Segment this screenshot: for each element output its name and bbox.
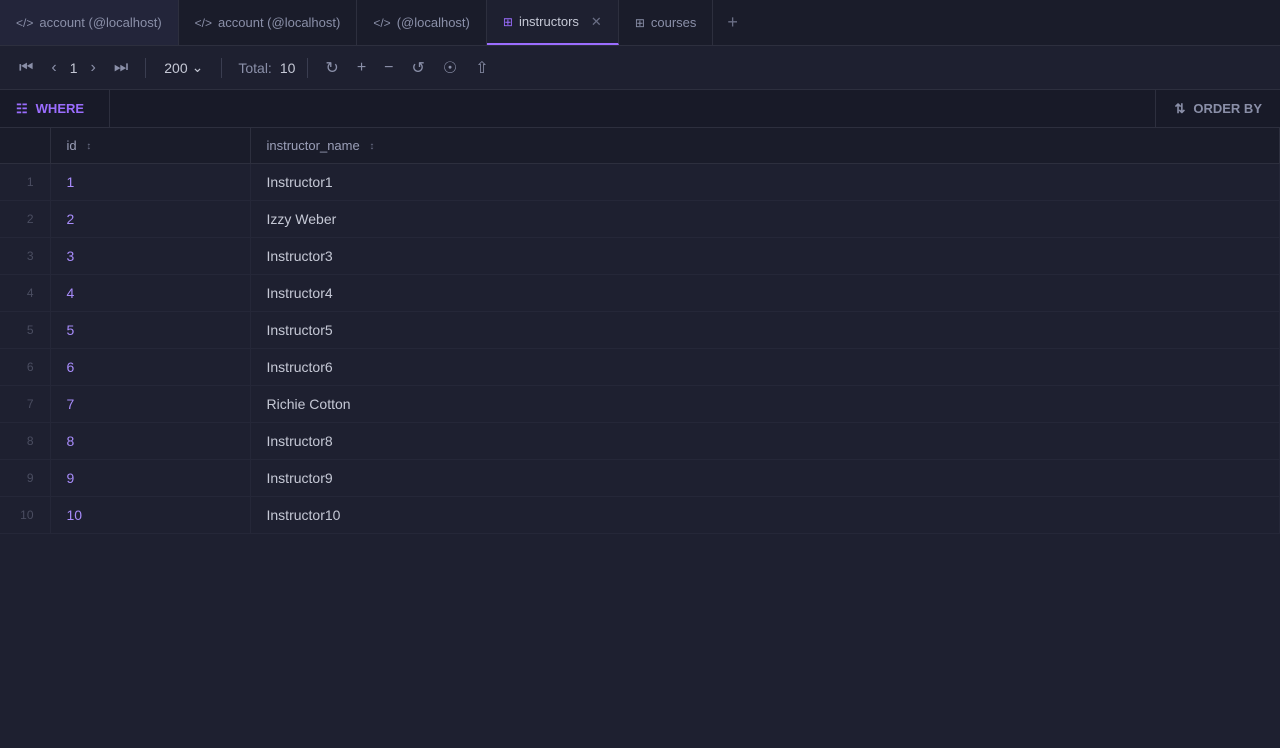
export-button[interactable]: ⇧ — [470, 54, 493, 82]
separator-3 — [307, 58, 308, 78]
toolbar: ⏮ ‹ 1 › ⏭ 200 ⌄ Total: 10 ↻ + − ↺ ☉ ⇧ — [0, 46, 1280, 90]
code-icon-1: </> — [16, 16, 33, 30]
data-table-container: id ↕ instructor_name ↕ 11Instructor122Iz… — [0, 128, 1280, 748]
sort-icon-id: ↕ — [86, 141, 91, 152]
row-number: 6 — [0, 349, 50, 386]
cell-id[interactable]: 6 — [50, 349, 250, 386]
cell-id[interactable]: 4 — [50, 275, 250, 312]
row-number: 10 — [0, 497, 50, 534]
cell-id[interactable]: 8 — [50, 423, 250, 460]
prev-page-button[interactable]: ‹ — [46, 55, 61, 81]
filter-icon: ☷ — [16, 101, 28, 117]
row-number: 4 — [0, 275, 50, 312]
code-icon-3: </> — [373, 16, 390, 30]
limit-value: 200 — [164, 60, 187, 76]
row-number: 1 — [0, 164, 50, 201]
table-row[interactable]: 1010Instructor10 — [0, 497, 1280, 534]
cell-id[interactable]: 2 — [50, 201, 250, 238]
col-header-instructor-name[interactable]: instructor_name ↕ — [250, 128, 1280, 164]
cell-instructor-name[interactable]: Instructor1 — [250, 164, 1280, 201]
separator-1 — [145, 58, 146, 78]
col-header-id[interactable]: id ↕ — [50, 128, 250, 164]
limit-selector[interactable]: 200 ⌄ — [158, 57, 209, 78]
last-page-button[interactable]: ⏭ — [109, 55, 133, 81]
row-number: 5 — [0, 312, 50, 349]
tab-label-4: instructors — [519, 14, 579, 29]
limit-chevron: ⌄ — [192, 59, 204, 76]
row-number: 7 — [0, 386, 50, 423]
tab-label-1: account (@localhost) — [39, 15, 161, 30]
cell-id[interactable]: 3 — [50, 238, 250, 275]
row-number: 3 — [0, 238, 50, 275]
cell-instructor-name[interactable]: Instructor3 — [250, 238, 1280, 275]
page-number: 1 — [70, 60, 78, 76]
filter-bar: ☷ WHERE ⇅ ORDER BY — [0, 90, 1280, 128]
first-page-button[interactable]: ⏮ — [14, 55, 38, 81]
tab-label-3: (@localhost) — [397, 15, 470, 30]
table-row[interactable]: 88Instructor8 — [0, 423, 1280, 460]
order-by-icon: ⇅ — [1174, 101, 1185, 117]
code-icon-2: </> — [195, 16, 212, 30]
where-section: ☷ WHERE — [0, 90, 110, 127]
total-label: Total: — [238, 60, 271, 76]
cell-instructor-name[interactable]: Instructor10 — [250, 497, 1280, 534]
refresh-button[interactable]: ↻ — [320, 54, 343, 82]
table-row[interactable]: 55Instructor5 — [0, 312, 1280, 349]
tab-account-2[interactable]: </> account (@localhost) — [179, 0, 358, 45]
cell-instructor-name[interactable]: Instructor6 — [250, 349, 1280, 386]
view-button[interactable]: ☉ — [438, 54, 462, 82]
delete-row-button[interactable]: − — [379, 55, 398, 81]
cell-instructor-name[interactable]: Instructor8 — [250, 423, 1280, 460]
table-header-row: id ↕ instructor_name ↕ — [0, 128, 1280, 164]
cell-id[interactable]: 5 — [50, 312, 250, 349]
cell-instructor-name[interactable]: Izzy Weber — [250, 201, 1280, 238]
cell-instructor-name[interactable]: Instructor4 — [250, 275, 1280, 312]
cell-instructor-name[interactable]: Instructor9 — [250, 460, 1280, 497]
sort-icon-name: ↕ — [369, 141, 374, 152]
row-num-header — [0, 128, 50, 164]
table-icon-4: ⊞ — [503, 15, 513, 29]
row-number: 8 — [0, 423, 50, 460]
cell-instructor-name[interactable]: Richie Cotton — [250, 386, 1280, 423]
cell-id[interactable]: 7 — [50, 386, 250, 423]
cell-id[interactable]: 9 — [50, 460, 250, 497]
row-number: 9 — [0, 460, 50, 497]
row-number: 2 — [0, 201, 50, 238]
revert-button[interactable]: ↺ — [407, 54, 430, 82]
cell-id[interactable]: 10 — [50, 497, 250, 534]
tab-courses[interactable]: ⊞ courses — [619, 0, 714, 45]
tab-account-1[interactable]: </> account (@localhost) — [0, 0, 179, 45]
tab-instructors[interactable]: ⊞ instructors ✕ — [487, 0, 619, 45]
tabs-bar: </> account (@localhost) </> account (@l… — [0, 0, 1280, 46]
table-body: 11Instructor122Izzy Weber33Instructor344… — [0, 164, 1280, 534]
tab-localhost[interactable]: </> (@localhost) — [357, 0, 487, 45]
table-row[interactable]: 22Izzy Weber — [0, 201, 1280, 238]
next-page-button[interactable]: › — [86, 55, 101, 81]
where-label: WHERE — [36, 101, 84, 116]
add-row-button[interactable]: + — [352, 55, 371, 81]
add-tab-button[interactable]: + — [713, 0, 752, 45]
separator-2 — [221, 58, 222, 78]
total-value: 10 — [280, 60, 296, 76]
table-row[interactable]: 99Instructor9 — [0, 460, 1280, 497]
tab-label-2: account (@localhost) — [218, 15, 340, 30]
page-indicator: 1 — [70, 60, 78, 76]
table-row[interactable]: 77Richie Cotton — [0, 386, 1280, 423]
table-icon-5: ⊞ — [635, 16, 645, 30]
table-row[interactable]: 44Instructor4 — [0, 275, 1280, 312]
table-row[interactable]: 66Instructor6 — [0, 349, 1280, 386]
cell-instructor-name[interactable]: Instructor5 — [250, 312, 1280, 349]
tab-label-5: courses — [651, 15, 697, 30]
order-by-button[interactable]: ⇅ ORDER BY — [1155, 90, 1280, 127]
table-row[interactable]: 11Instructor1 — [0, 164, 1280, 201]
order-by-label: ORDER BY — [1193, 101, 1262, 116]
data-table: id ↕ instructor_name ↕ 11Instructor122Iz… — [0, 128, 1280, 534]
tab-close-instructors[interactable]: ✕ — [591, 15, 602, 28]
cell-id[interactable]: 1 — [50, 164, 250, 201]
table-row[interactable]: 33Instructor3 — [0, 238, 1280, 275]
